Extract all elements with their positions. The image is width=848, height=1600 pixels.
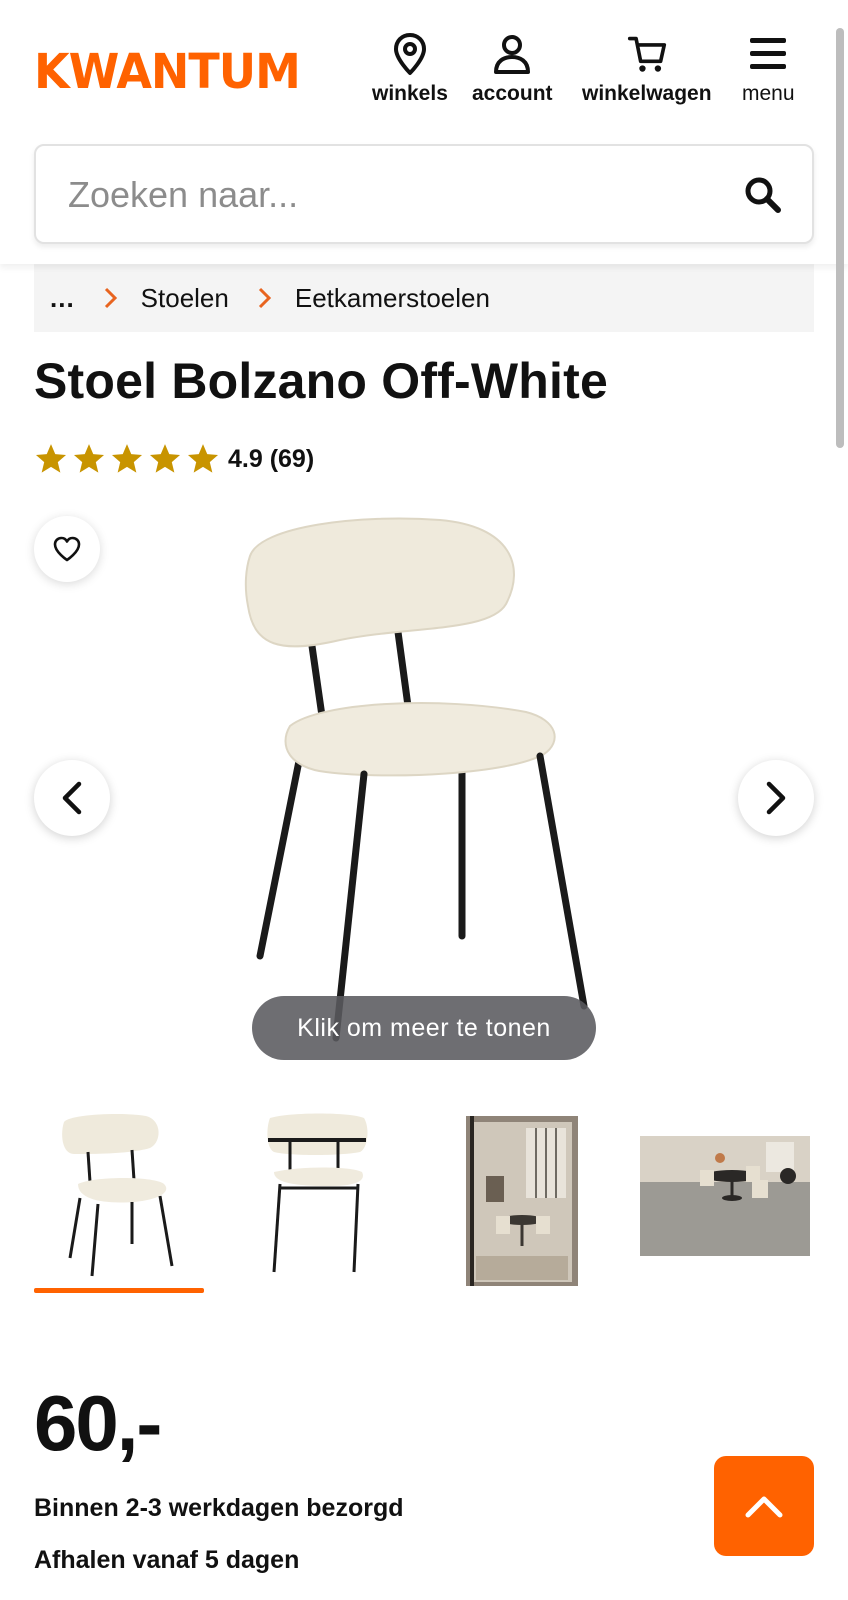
breadcrumb-ellipsis[interactable]: ... <box>50 283 75 314</box>
thumbnail-2[interactable] <box>240 1108 380 1294</box>
breadcrumb-item-eetkamerstoelen[interactable]: Eetkamerstoelen <box>295 283 490 314</box>
page-scrollbar[interactable] <box>836 28 844 448</box>
user-icon <box>494 35 531 74</box>
thumbnail-1[interactable] <box>34 1108 204 1294</box>
star-icon <box>187 444 219 473</box>
map-pin-icon <box>393 33 426 75</box>
nav-menu-label: menu <box>742 82 795 105</box>
search-icon[interactable] <box>744 176 782 214</box>
shopping-cart-icon <box>627 36 666 72</box>
nav-menu[interactable]: menu <box>742 32 795 106</box>
gallery-next-button[interactable] <box>738 760 814 836</box>
chevron-up-icon <box>745 1496 783 1518</box>
chevron-left-icon <box>62 781 82 815</box>
nav-cart[interactable]: winkelwagen <box>582 32 712 106</box>
gallery-prev-button[interactable] <box>34 760 110 836</box>
thumbnail-3[interactable] <box>466 1108 578 1294</box>
scroll-to-top-button[interactable] <box>714 1456 814 1556</box>
pickup-info: Afhalen vanaf 5 dagen <box>34 1546 300 1574</box>
delivery-info: Binnen 2-3 werkdagen bezorgd <box>34 1494 404 1522</box>
rating-text: 4.9 (69) <box>228 444 315 473</box>
nav-stores-label: winkels <box>372 82 448 105</box>
star-icon <box>35 444 67 473</box>
show-more-button[interactable]: Klik om meer te tonen <box>252 996 596 1060</box>
product-title: Stoel Bolzano Off-White <box>34 353 608 409</box>
chevron-right-icon <box>766 781 786 815</box>
product-main-image[interactable] <box>240 506 620 1066</box>
star-icon <box>111 444 143 473</box>
product-rating[interactable]: 4.9 (69) <box>34 442 314 476</box>
nav-account-label: account <box>472 82 553 105</box>
nav-account[interactable]: account <box>472 32 553 106</box>
thumbnail-active-indicator <box>34 1288 204 1293</box>
search-bar <box>34 144 814 244</box>
site-header: KWANTUM winkels account winkelwagen menu <box>0 0 848 264</box>
search-input[interactable] <box>68 172 708 218</box>
chevron-right-icon <box>258 287 271 309</box>
breadcrumb: ... Stoelen Eetkamerstoelen <box>34 264 814 332</box>
star-icon <box>73 444 105 473</box>
thumbnail-strip <box>0 1108 848 1298</box>
hamburger-menu-icon <box>750 38 787 69</box>
nav-stores[interactable]: winkels <box>372 32 448 106</box>
product-price: 60,- <box>34 1379 162 1467</box>
product-gallery: Klik om meer te tonen <box>0 506 848 1066</box>
favorite-button[interactable] <box>34 516 100 582</box>
chevron-right-icon <box>104 287 117 309</box>
breadcrumb-item-stoelen[interactable]: Stoelen <box>141 283 229 314</box>
star-icon <box>149 444 181 473</box>
nav-cart-label: winkelwagen <box>582 82 712 105</box>
kwantum-logo[interactable]: KWANTUM <box>34 43 301 100</box>
thumbnail-4[interactable] <box>640 1136 810 1256</box>
heart-icon <box>53 536 81 562</box>
